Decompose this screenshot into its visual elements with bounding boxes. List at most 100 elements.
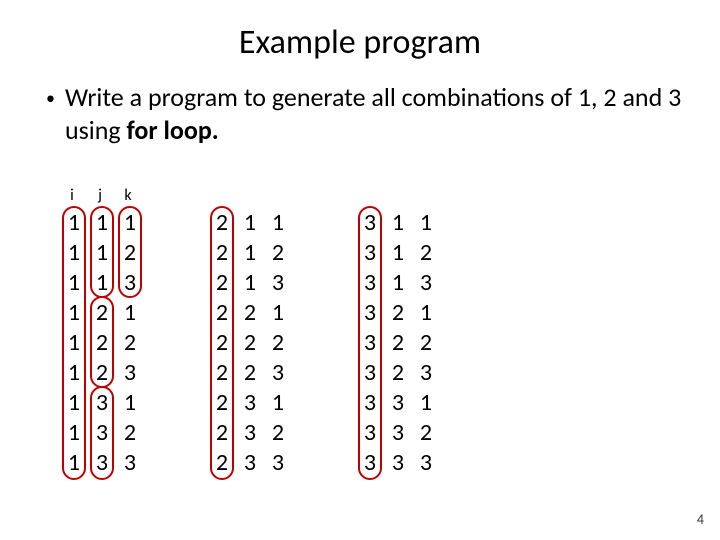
page-number: 4: [697, 511, 704, 528]
block-3: 3 3 3 3 3 3 3 3 3 1 1 1 2 2 2 3 3 3 1 2 …: [356, 208, 440, 478]
cell: 1: [384, 208, 412, 238]
header-k: k: [114, 186, 142, 205]
cell: 3: [384, 388, 412, 418]
cell: 2: [208, 388, 236, 418]
cell: 3: [88, 388, 116, 418]
cell: 3: [356, 238, 384, 268]
cell: 2: [88, 298, 116, 328]
cell: 2: [208, 448, 236, 478]
cell: 1: [60, 448, 88, 478]
col-k: 1 2 3 1 2 3 1 2 3: [412, 208, 440, 478]
cell: 3: [356, 388, 384, 418]
cell: 3: [356, 268, 384, 298]
cell: 3: [88, 418, 116, 448]
cell: 1: [236, 238, 264, 268]
col-k: 1 2 3 1 2 3 1 2 3: [264, 208, 292, 478]
cell: 1: [88, 268, 116, 298]
col-j: 1 1 1 2 2 2 3 3 3: [88, 208, 116, 478]
cell: 1: [264, 388, 292, 418]
cell: 2: [208, 238, 236, 268]
cell: 2: [208, 358, 236, 388]
cell: 1: [88, 208, 116, 238]
col-i: 1 1 1 1 1 1 1 1 1: [60, 208, 88, 478]
cell: 2: [264, 418, 292, 448]
cell: 2: [208, 298, 236, 328]
col-i: 2 2 2 2 2 2 2 2 2: [208, 208, 236, 478]
cell: 2: [208, 328, 236, 358]
cell: 2: [88, 358, 116, 388]
cell: 3: [116, 358, 144, 388]
cell: 2: [412, 328, 440, 358]
cell: 1: [236, 268, 264, 298]
bullet-item: • Write a program to generate all combin…: [0, 81, 720, 162]
cell: 2: [384, 358, 412, 388]
cell: 3: [264, 448, 292, 478]
cell: 2: [264, 238, 292, 268]
cell: 3: [356, 358, 384, 388]
header-j: j: [86, 186, 114, 205]
cell: 2: [116, 418, 144, 448]
cell: 1: [384, 268, 412, 298]
cell: 3: [116, 448, 144, 478]
cell: 3: [356, 448, 384, 478]
cell: 2: [88, 328, 116, 358]
cell: 1: [60, 298, 88, 328]
cell: 3: [236, 448, 264, 478]
cell: 3: [356, 418, 384, 448]
cell: 1: [384, 238, 412, 268]
cell: 3: [236, 418, 264, 448]
cell: 2: [208, 208, 236, 238]
cell: 2: [412, 418, 440, 448]
cell: 2: [236, 358, 264, 388]
cell: 3: [356, 208, 384, 238]
cell: 1: [88, 238, 116, 268]
cell: 2: [208, 268, 236, 298]
cell: 1: [116, 388, 144, 418]
cell: 3: [264, 358, 292, 388]
bullet-text-bold: for loop.: [127, 114, 219, 146]
cell: 1: [60, 268, 88, 298]
cell: 3: [412, 448, 440, 478]
cell: 2: [236, 328, 264, 358]
cell: 1: [412, 388, 440, 418]
cell: 1: [60, 358, 88, 388]
cell: 2: [116, 238, 144, 268]
col-j: 1 1 1 2 2 2 3 3 3: [384, 208, 412, 478]
cell: 2: [384, 298, 412, 328]
cell: 1: [60, 328, 88, 358]
col-j: 1 1 1 2 2 2 3 3 3: [236, 208, 264, 478]
col-k: 1 2 3 1 2 3 1 2 3: [116, 208, 144, 478]
bullet-dot: •: [46, 81, 65, 148]
cell: 3: [412, 268, 440, 298]
cell: 2: [384, 328, 412, 358]
cell: 3: [384, 448, 412, 478]
bullet-text: Write a program to generate all combinat…: [65, 81, 682, 148]
data-blocks: 1 1 1 1 1 1 1 1 1 1 1 1 2 2 2 3 3 3 1 2 …: [60, 208, 440, 478]
cell: 1: [60, 388, 88, 418]
cell: 2: [264, 328, 292, 358]
cell: 2: [116, 328, 144, 358]
cell: 3: [116, 268, 144, 298]
cell: 3: [356, 328, 384, 358]
cell: 3: [384, 418, 412, 448]
cell: 1: [116, 208, 144, 238]
header-i: i: [58, 186, 86, 205]
cell: 2: [236, 298, 264, 328]
cell: 1: [60, 418, 88, 448]
cell: 1: [236, 208, 264, 238]
cell: 1: [116, 298, 144, 328]
col-i: 3 3 3 3 3 3 3 3 3: [356, 208, 384, 478]
block-1: 1 1 1 1 1 1 1 1 1 1 1 1 2 2 2 3 3 3 1 2 …: [60, 208, 144, 478]
cell: 1: [412, 298, 440, 328]
cell: 1: [60, 238, 88, 268]
cell: 1: [264, 298, 292, 328]
page-title: Example program: [0, 0, 720, 81]
cell: 3: [264, 268, 292, 298]
cell: 1: [60, 208, 88, 238]
cell: 1: [264, 208, 292, 238]
column-headers: i j k: [58, 186, 142, 205]
cell: 3: [412, 358, 440, 388]
block-2: 2 2 2 2 2 2 2 2 2 1 1 1 2 2 2 3 3 3 1 2 …: [208, 208, 292, 478]
cell: 3: [88, 448, 116, 478]
cell: 2: [208, 418, 236, 448]
